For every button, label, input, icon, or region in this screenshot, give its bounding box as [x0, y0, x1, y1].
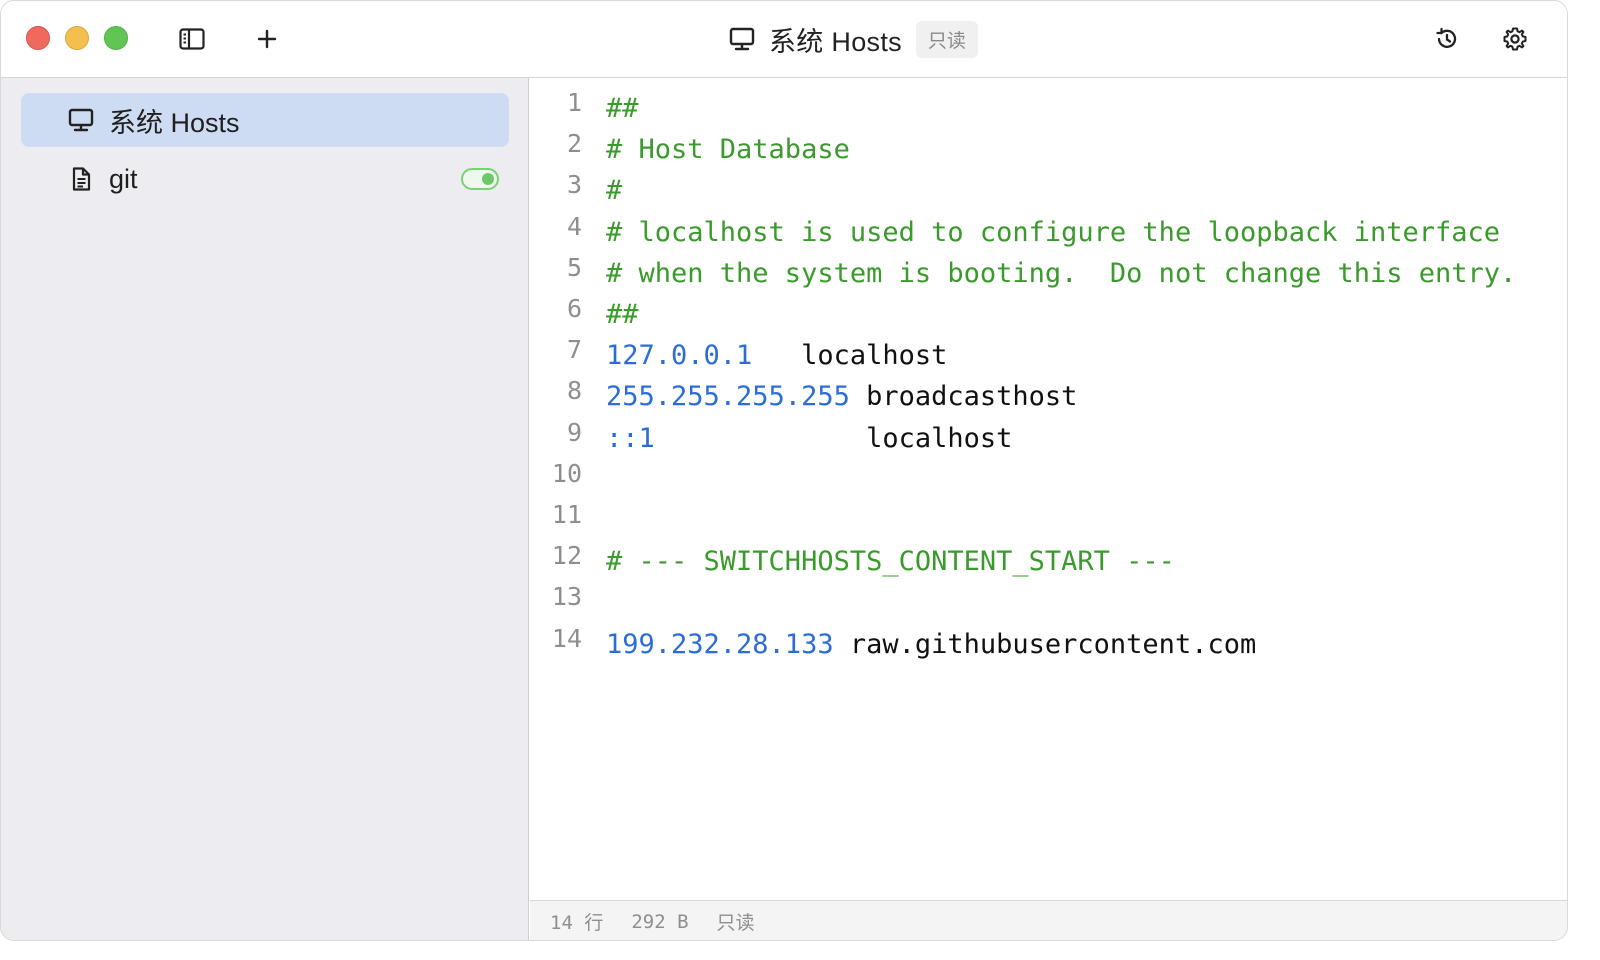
titlebar: 系统 Hosts 只读 — [1, 1, 1567, 78]
settings-button[interactable] — [1499, 23, 1531, 55]
minimize-window-button[interactable] — [65, 26, 89, 50]
editor-line: 5 # when the system is booting. Do not ch… — [530, 253, 1567, 294]
line-number: 5 — [566, 252, 582, 282]
git-enable-toggle[interactable] — [461, 168, 499, 190]
line-number: 6 — [566, 294, 582, 323]
line-code: 255.255.255.255 broadcasthost — [606, 376, 1077, 417]
sidebar-item-git[interactable]: git — [21, 152, 509, 206]
comment-text: # when the system is booting. Do not cha… — [606, 257, 1517, 289]
gear-icon — [1502, 26, 1528, 52]
editor-line: 9::1 localhost — [530, 418, 1567, 459]
comment-text: ## — [606, 93, 639, 124]
editor-line: 3 # — [530, 170, 1567, 211]
plus-icon — [256, 28, 278, 50]
editor-line: 8 255.255.255.255 broadcasthost — [530, 376, 1567, 417]
sidebar: 系统 Hosts git — [1, 78, 529, 940]
readonly-status: 只读 — [716, 912, 755, 934]
line-number: 13 — [551, 582, 582, 612]
editor-line: 13 — [530, 582, 1567, 623]
line-number: 9 — [566, 417, 582, 447]
line-code: # Host Database — [606, 129, 850, 170]
page-title: 系统 Hosts — [769, 26, 902, 57]
editor-line: 2 # Host Database — [530, 129, 1567, 170]
ip-address: 127.0.0.1 — [606, 340, 753, 372]
hosts-editor[interactable]: 1 ## 2 # Host Database 3 #4 # localhost is use… — [530, 78, 1567, 900]
toggle-knob — [482, 173, 494, 185]
editor-line: 14 199.232.28.133 raw.githubusercontent.c… — [530, 624, 1567, 665]
ip-address: 199.232.28.133 — [606, 628, 834, 660]
line-number: 12 — [551, 541, 582, 571]
line-number: 14 — [551, 623, 582, 653]
sidebar-item-label: git — [109, 163, 138, 194]
line-code: # localhost is used to configure the loo… — [606, 212, 1500, 253]
line-number: 3 — [566, 170, 582, 200]
readonly-badge: 只读 — [915, 20, 978, 58]
hostname: localhost — [654, 422, 1013, 454]
toggle-sidebar-button[interactable] — [176, 23, 208, 55]
file-icon — [68, 166, 94, 192]
sidebar-item-system-hosts[interactable]: 系统 Hosts — [21, 93, 509, 147]
close-window-button[interactable] — [26, 26, 50, 50]
line-code: 127.0.0.1 localhost — [606, 335, 947, 376]
editor-line: 7 127.0.0.1 localhost — [530, 335, 1567, 376]
monitor-icon — [729, 27, 755, 51]
ip-address: ::1 — [606, 422, 655, 454]
comment-text: # Host Database — [606, 134, 850, 166]
line-code: ## — [606, 88, 639, 129]
line-number: 8 — [566, 376, 582, 406]
add-hosts-button[interactable] — [251, 23, 283, 55]
sidebar-icon — [179, 28, 205, 50]
line-code: 199.232.28.133 raw.githubusercontent.com — [606, 624, 1256, 665]
editor-line: 6 ## — [530, 294, 1567, 335]
editor-line: 1 ## — [530, 88, 1567, 129]
line-number: 11 — [551, 500, 582, 529]
line-number: 4 — [566, 211, 582, 241]
editor-line: 11 — [530, 500, 1567, 541]
line-code: # when the system is booting. Do not cha… — [606, 253, 1516, 294]
status-bar: 14 行 292 B 只读 — [530, 900, 1567, 940]
ip-address: 255.255.255.255 — [606, 381, 850, 413]
history-icon — [1434, 26, 1460, 52]
hostname: localhost — [752, 340, 948, 372]
file-size: 292 B — [631, 910, 689, 933]
line-number: 7 — [566, 335, 582, 365]
editor-line: 4 # localhost is used to configure the lo… — [530, 212, 1567, 253]
monitor-icon — [68, 107, 94, 133]
line-code: ::1 localhost — [606, 418, 1012, 459]
comment-text: # --- SWITCHHOSTS_CONTENT_START --- — [606, 546, 1175, 578]
hostname: broadcasthost — [849, 381, 1078, 413]
line-number: 2 — [566, 129, 582, 159]
comment-text: # localhost is used to configure the loo… — [606, 216, 1501, 248]
line-code: # — [606, 170, 622, 211]
line-count: 14 行 — [550, 912, 604, 934]
editor-line: 12 # --- SWITCHHOSTS_CONTENT_START --- — [530, 541, 1567, 582]
line-code: # --- SWITCHHOSTS_CONTENT_START --- — [606, 541, 1175, 582]
app-window: 系统 Hosts 只读 系统 Hosts git 1 ## 2 # Host D… — [0, 0, 1568, 941]
hostname: raw.githubusercontent.com — [833, 628, 1257, 660]
line-code: ## — [606, 294, 639, 335]
comment-text: ## — [606, 299, 639, 330]
comment-text: # — [606, 175, 623, 207]
window-title: 系统 Hosts 只读 — [729, 19, 978, 59]
line-number: 1 — [566, 88, 582, 117]
line-number: 10 — [551, 458, 582, 488]
editor-line: 10 — [530, 459, 1567, 500]
zoom-window-button[interactable] — [104, 26, 128, 50]
sidebar-item-label: 系统 Hosts — [109, 107, 240, 138]
history-button[interactable] — [1431, 23, 1463, 55]
